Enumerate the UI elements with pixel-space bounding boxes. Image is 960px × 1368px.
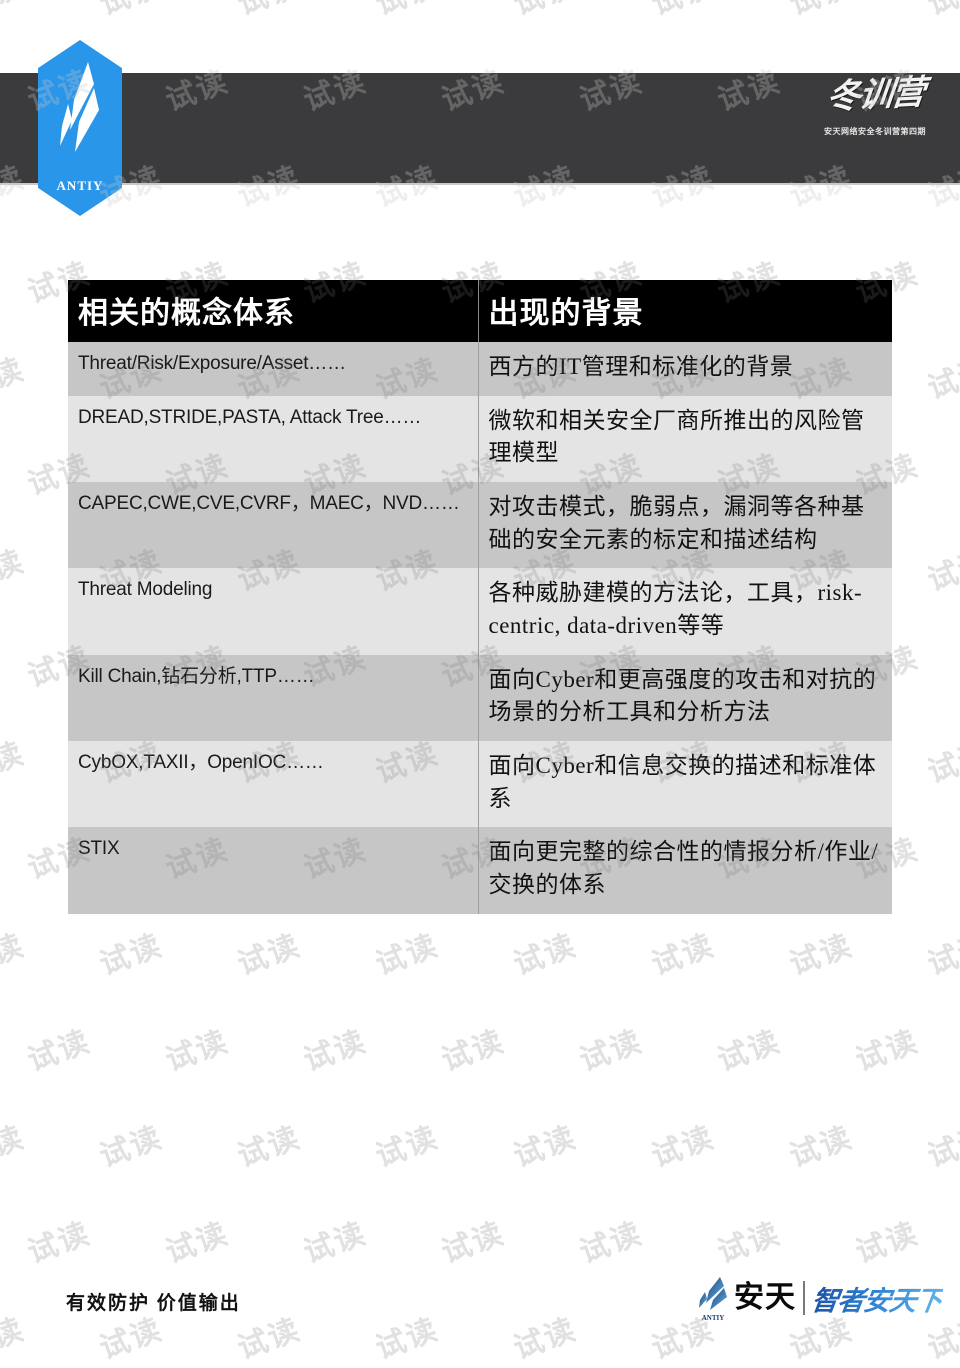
watermark-text: 试读 [371,1120,443,1174]
header-divider-rule [0,183,960,185]
watermark-text: 试读 [575,1024,647,1078]
table-row: STIX 面向更完整的综合性的情报分析/作业/交换的体系 [68,827,892,914]
watermark-text: 试读 [299,1024,371,1078]
watermark-text: 试读 [713,1216,785,1270]
cell-background: 面向Cyber和更高强度的攻击和对抗的场景的分析工具和分析方法 [477,654,892,741]
antiy-feather-icon [699,1277,727,1310]
watermark-text: 试读 [509,1312,581,1366]
watermark-text: 试读 [161,1216,233,1270]
cell-concept: Threat/Risk/Exposure/Asset…… [68,342,478,396]
watermark-text: 试读 [647,1120,719,1174]
cell-concept: CAPEC,CWE,CVE,CVRF，MAEC，NVD…… [68,481,478,569]
antiy-feather-icon [60,62,99,152]
calligraphy-subtitle: 安天网络安全冬训营第四期 [824,126,926,136]
watermark-text: 试读 [506,0,581,24]
antiy-logo-wordmark: ANTIY [56,178,104,193]
cell-concept: STIX [68,827,478,914]
watermark-text: 试读 [299,1216,371,1270]
watermark-text: 试读 [0,1312,29,1366]
watermark-text: 试读 [0,928,29,982]
cell-concept: CybOX,TAXII，OpenIOC…… [68,740,478,828]
watermark-text: 试读 [371,928,443,982]
watermark-text: 试读 [923,928,960,982]
watermark-text: 试读 [713,1024,785,1078]
watermark-text: 试读 [23,1024,95,1078]
watermark-text: 试读 [851,1024,923,1078]
watermark-text: 试读 [233,1312,305,1366]
footer-antiy-logo: ANTIY 安天 智者安天下 [696,1272,944,1324]
cell-concept: Kill Chain,钻石分析,TTP…… [68,654,478,741]
footer-tagline: 智者安天下 [809,1279,944,1318]
watermark-text: 试读 [575,1216,647,1270]
table-row: Threat Modeling 各种威胁建模的方法论，工具，risk-centr… [68,568,892,655]
table-row: CAPEC,CWE,CVE,CVRF，MAEC，NVD…… 对攻击模式，脆弱点，… [68,481,892,569]
watermark-text: 试读 [92,0,167,24]
table-row: Kill Chain,钻石分析,TTP…… 面向Cyber和更高强度的攻击和对抗… [68,654,892,741]
watermark-text: 试读 [509,928,581,982]
cell-concept: Threat Modeling [68,568,478,655]
footer-slogan: 有效防护 价值输出 [66,1293,241,1314]
watermark-text: 试读 [785,928,857,982]
watermark-text: 试读 [923,1120,960,1174]
table-header-row: 相关的概念体系 出现的背景 [68,280,892,342]
table-row: CybOX,TAXII，OpenIOC…… 面向Cyber和信息交换的描述和标准… [68,740,892,828]
watermark-text: 试读 [0,544,29,598]
column-header-concept: 相关的概念体系 [68,280,478,342]
watermark-text: 试读 [161,1024,233,1078]
watermark-text: 试读 [230,0,305,24]
watermark-text: 试读 [371,1312,443,1366]
concept-systems-table: 相关的概念体系 出现的背景 Threat/Risk/Exposure/Asset… [68,280,892,914]
cell-background: 面向Cyber和信息交换的描述和标准体系 [477,740,892,828]
watermark-text: 试读 [0,0,30,24]
watermark-text: 试读 [437,1216,509,1270]
antiy-logo: ANTIY [38,40,122,216]
watermark-text: 试读 [233,928,305,982]
watermark-text: 试读 [0,352,29,406]
watermark-text: 试读 [368,0,443,24]
watermark-text: 试读 [920,0,960,24]
footer-logo-divider [803,1281,805,1315]
footer-logo-wordmark: ANTIY [701,1314,725,1322]
watermark-text: 试读 [0,736,29,790]
calligraphy-title-block: 冬训营 安天网络安全冬训营第四期 [810,74,940,178]
watermark-text: 试读 [0,1120,29,1174]
column-header-background: 出现的背景 [477,280,892,342]
watermark-text: 试读 [851,1216,923,1270]
cell-background: 对攻击模式，脆弱点，漏洞等各种基础的安全元素的标定和描述结构 [477,481,892,569]
cell-background: 面向更完整的综合性的情报分析/作业/交换的体系 [477,827,892,914]
watermark-text: 试读 [644,0,719,24]
watermark-text: 试读 [509,1120,581,1174]
watermark-text: 试读 [785,1120,857,1174]
cell-background: 微软和相关安全厂商所推出的风险管理模型 [477,395,892,482]
footer-company-name: 安天 [734,1281,796,1314]
cell-concept: DREAD,STRIDE,PASTA, Attack Tree…… [68,395,478,482]
watermark-text: 试读 [647,928,719,982]
watermark-text: 试读 [782,0,857,24]
watermark-text: 试读 [437,1024,509,1078]
calligraphy-title: 冬训营 [824,74,926,117]
watermark-text: 试读 [95,928,167,982]
watermark-text: 试读 [923,352,960,406]
table-body: Threat/Risk/Exposure/Asset…… 西方的IT管理和标准化… [68,342,892,914]
cell-background: 西方的IT管理和标准化的背景 [477,342,892,396]
watermark-text: 试读 [95,1120,167,1174]
table-row: Threat/Risk/Exposure/Asset…… 西方的IT管理和标准化… [68,342,892,396]
cell-background: 各种威胁建模的方法论，工具，risk-centric, data-driven等… [477,568,892,655]
watermark-text: 试读 [923,736,960,790]
watermark-text: 试读 [233,1120,305,1174]
watermark-text: 试读 [923,544,960,598]
footer-feather-icon: ANTIY [696,1275,730,1322]
watermark-text: 试读 [23,1216,95,1270]
table-row: DREAD,STRIDE,PASTA, Attack Tree…… 微软和相关安… [68,395,892,482]
